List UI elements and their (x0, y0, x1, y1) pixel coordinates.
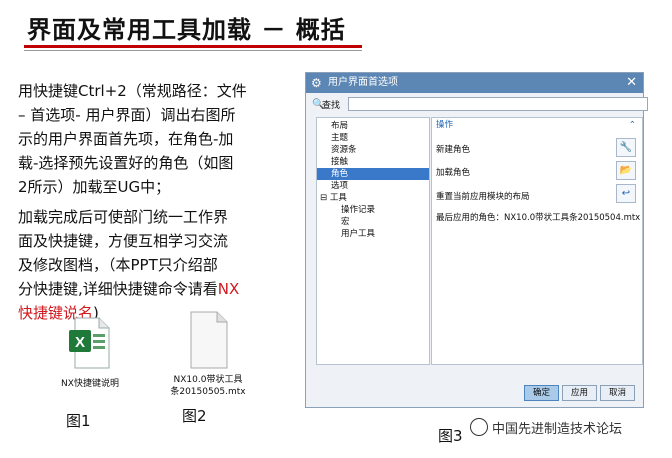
tree-item-tools-label: 工具 (329, 193, 347, 203)
watermark-text: 中国先进制造技术论坛 (492, 422, 623, 437)
paragraph-2-line-4-text: 分快捷键,详细快捷键命令请看 (18, 280, 218, 298)
last-applied-role: 最后应用的角色：NX10.0带状工具条20150504.mtx (436, 213, 641, 223)
apply-button[interactable]: 应用 (562, 385, 597, 401)
title-underline (24, 45, 362, 48)
paragraph-2-line-2: 面及快捷键，方便互相学习交流 (18, 232, 229, 250)
search-row: 🔍 查找 (310, 97, 648, 113)
watermark: 中国先进制造技术论坛 (470, 418, 622, 437)
new-role-label: 新建角色 (436, 145, 471, 155)
user-interface-preferences-dialog: ⚙ 用户界面首选项 ✕ 🔍 查找 布局 主题 资源条 接触 角色 选项 ⊟ 工具… (305, 72, 648, 408)
gear-icon: ⚙ (311, 76, 322, 90)
category-tree: 布局 主题 资源条 接触 角色 选项 ⊟ 工具 操作记录 宏 用户工具 (316, 117, 430, 365)
tree-item-user-tools[interactable]: 用户工具 (341, 228, 375, 240)
paragraph-1-line-5: 2所示）加载至UG中； (18, 178, 171, 196)
tree-item-macro[interactable]: 宏 (341, 216, 350, 228)
cancel-button[interactable]: 取消 (600, 385, 635, 401)
paragraph-1-line-3: 示的用户界面首先项，在角色-加 (18, 130, 234, 148)
mtx-file-name-line-2: 条20150505.mtx (170, 387, 246, 397)
load-role-button[interactable]: 📂 (616, 161, 636, 180)
paragraph-1-line-4: 载-选择预先设置好的角色（如图 (18, 154, 234, 172)
title-underline-thin (24, 50, 362, 51)
reset-layout-button[interactable]: ↩ (616, 184, 636, 203)
load-role-label: 加载角色 (436, 168, 471, 178)
paragraph-2-line-1: 加载完成后可使部门统一工作界 (18, 208, 229, 226)
wechat-logo-icon (470, 418, 488, 436)
nx-highlight: NX (217, 280, 240, 298)
reset-layout-label: 重置当前应用模块的布局 (436, 192, 530, 202)
dialog-title: 用户界面首选项 (328, 77, 398, 88)
figure-2-caption: 图2 (182, 407, 207, 425)
new-role-icon: 🔧 (619, 142, 633, 153)
paragraph-2-line-4: 分快捷键,详细快捷键命令请看NX (18, 277, 288, 301)
tree-item-tools[interactable]: ⊟ 工具 (320, 192, 347, 204)
undo-arrow-icon: ↩ (621, 188, 631, 199)
paragraph-2: 加载完成后可使部门统一工作界 面及快捷键，方便互相学习交流 及修改图档，（本PP… (18, 205, 288, 325)
dialog-titlebar: ⚙ 用户界面首选项 ✕ (306, 73, 643, 93)
svg-text:X: X (75, 334, 85, 351)
role-panel: 操作 ⌃ 新建角色 🔧 加载角色 📂 重置当前应用模块的布局 ↩ 最后应用的角色… (431, 117, 643, 365)
blank-file-icon (187, 310, 229, 370)
close-icon[interactable]: ✕ (626, 73, 637, 93)
chevron-up-icon[interactable]: ⌃ (629, 118, 636, 132)
mtx-file-name-line-1: NX10.0带状工具 (173, 375, 243, 385)
paragraph-1-line-1: 用快捷键Ctrl+2（常规路径：文件 (18, 82, 247, 100)
operations-section-label: 操作 (436, 120, 454, 130)
new-role-button[interactable]: 🔧 (616, 138, 636, 157)
excel-file[interactable]: X NX快捷键说明 (48, 316, 132, 390)
paragraph-2-line-3: 及修改图档，（本PPT只介绍部 (18, 256, 218, 274)
excel-file-icon: X (69, 316, 111, 370)
tree-item-layout[interactable]: 布局 (331, 120, 348, 132)
tree-item-resource-bar[interactable]: 资源条 (331, 144, 357, 156)
figure-1-caption: 图1 (66, 412, 91, 430)
slide-title: 界面及常用工具加载 － 概括 (27, 16, 346, 44)
search-input[interactable] (348, 97, 648, 111)
paragraph-1: 用快捷键Ctrl+2（常规路径：文件 – 首选项- 用户界面）调出右图所 示的用… (18, 79, 288, 199)
load-role-icon: 📂 (619, 165, 633, 176)
tree-item-options[interactable]: 选项 (331, 180, 348, 192)
tree-item-role[interactable]: 角色 (317, 168, 429, 180)
paragraph-1-line-2: – 首选项- 用户界面）调出右图所 (18, 106, 236, 124)
mtx-file[interactable]: NX10.0带状工具 条20150505.mtx (162, 310, 254, 398)
ok-button[interactable]: 确定 (524, 385, 559, 401)
tree-item-theme[interactable]: 主题 (331, 132, 348, 144)
tree-item-touch[interactable]: 接触 (331, 156, 348, 168)
collapse-icon[interactable]: ⊟ (320, 193, 330, 203)
search-label: 查找 (322, 101, 341, 111)
figure-3-caption: 图3 (438, 427, 463, 445)
operations-section-header[interactable]: 操作 ⌃ (432, 118, 642, 132)
excel-file-name: NX快捷键说明 (61, 379, 119, 389)
tree-item-journal[interactable]: 操作记录 (341, 204, 375, 216)
